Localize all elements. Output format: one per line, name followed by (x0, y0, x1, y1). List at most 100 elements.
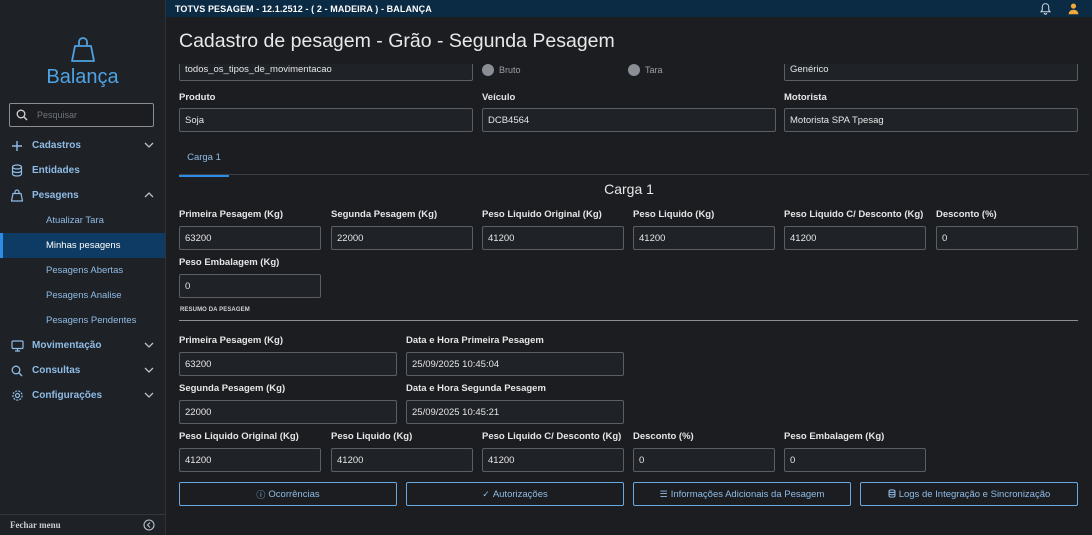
sidebar-subitem-pesagens-analise[interactable]: Pesagens Analise (0, 283, 165, 308)
search-input[interactable] (35, 109, 149, 121)
chevron-down-icon (144, 142, 154, 148)
informacoes-button-label: Informações Adicionais da Pesagem (670, 488, 825, 500)
resumo-liq-desc-field[interactable]: 41200 (482, 448, 624, 472)
sidebar-subitem-minhas-pesagens[interactable]: Minhas pesagens (0, 233, 165, 258)
segunda-pesagem-label: Segunda Pesagem (Kg) (331, 209, 438, 220)
resumo-desconto-field[interactable]: 0 (633, 448, 775, 472)
informacoes-adicionais-button[interactable]: ☰ Informações Adicionais da Pesagem (633, 482, 851, 506)
resumo-embalagem-field[interactable]: 0 (784, 448, 926, 472)
sidebar-item-label: Entidades (32, 165, 80, 176)
search-icon (10, 364, 24, 378)
resumo-liq-label: Peso Liquido (Kg) (331, 431, 413, 442)
motorista-field[interactable]: Motorista SPA Tpesag (784, 108, 1078, 132)
sidebar-item-label: Movimentação (32, 340, 102, 351)
resumo-primeira-label: Primeira Pesagem (Kg) (179, 335, 284, 346)
sidebar-footer[interactable]: Fechar menu (0, 514, 165, 535)
list-icon: ☰ (659, 488, 668, 499)
segunda-pesagem-field[interactable]: 22000 (331, 226, 473, 250)
resumo-data-primeira-field[interactable]: 25/09/2025 10:45:04 (406, 352, 624, 376)
peso-liquido-desconto-label: Peso Liquido C/ Desconto (Kg) (784, 209, 924, 220)
ocorrencias-button[interactable]: ⓘ Ocorrências (179, 482, 397, 506)
peso-embalagem-field[interactable]: 0 (179, 274, 321, 298)
bag-logo-icon (70, 37, 95, 62)
primeira-pesagem-label: Primeira Pesagem (Kg) (179, 209, 284, 220)
search-box[interactable] (9, 103, 154, 127)
peso-liquido-field[interactable]: 41200 (633, 226, 775, 250)
sidebar-item-configuracoes[interactable]: Configurações (0, 383, 165, 408)
chevron-up-icon (144, 192, 154, 198)
main-content: Cadastro de pesagem - Grão - Segunda Pes… (166, 17, 1092, 535)
ocorrencias-button-label: Ocorrências (268, 488, 320, 500)
resumo-liq-field[interactable]: 41200 (331, 448, 473, 472)
resumo-data-primeira-label: Data e Hora Primeira Pesagem (406, 335, 544, 346)
page-title: Cadastro de pesagem - Grão - Segunda Pes… (179, 30, 615, 52)
sidebar-subitem-atualizar-tara[interactable]: Atualizar Tara (0, 208, 165, 233)
radio-bruto[interactable] (482, 64, 494, 76)
resumo-liq-orig-field[interactable]: 41200 (179, 448, 321, 472)
resumo-data-segunda-field[interactable]: 25/09/2025 10:45:21 (406, 400, 624, 424)
tab-carga-1[interactable]: Carga 1 (179, 147, 229, 177)
sidebar-item-entidades[interactable]: Entidades (0, 158, 165, 183)
close-menu-label[interactable]: Fechar menu (10, 520, 61, 530)
produto-field[interactable]: Soja (179, 108, 473, 132)
autorizacoes-button[interactable]: ✓ Autorizações (406, 482, 624, 506)
chevron-down-icon (144, 367, 154, 373)
resumo-segunda-label: Segunda Pesagem (Kg) (179, 383, 286, 394)
tab-divider (179, 174, 1089, 175)
search-icon (16, 109, 28, 121)
plus-icon (10, 139, 24, 153)
radio-bruto-label: Bruto (499, 65, 521, 75)
form-scroll-area[interactable]: todos_os_tipos_de_movimentacao Bruto Tar… (166, 64, 1092, 535)
resumo-primeira-field[interactable]: 63200 (179, 352, 397, 376)
generic-select[interactable]: Genérico (784, 64, 1078, 81)
sidebar-item-pesagens[interactable]: Pesagens (0, 183, 165, 208)
sidebar-item-consultas[interactable]: Consultas (0, 358, 165, 383)
resumo-liq-desc-label: Peso Liquido C/ Desconto (Kg) (482, 431, 622, 442)
database-icon (10, 164, 24, 178)
movement-type-select[interactable]: todos_os_tipos_de_movimentacao (179, 64, 473, 81)
bell-icon[interactable] (1039, 2, 1052, 15)
resumo-segunda-field[interactable]: 22000 (179, 400, 397, 424)
user-avatar-icon[interactable] (1067, 2, 1080, 15)
sidebar-subitem-pesagens-pendentes[interactable]: Pesagens Pendentes (0, 308, 165, 333)
peso-liquido-original-field[interactable]: 41200 (482, 226, 624, 250)
sidebar-item-label: Cadastros (32, 140, 81, 151)
collapse-menu-icon[interactable] (143, 519, 155, 531)
logs-button-label: Logs de Integração e Sincronização (898, 488, 1051, 500)
gear-icon (10, 389, 24, 403)
sidebar-item-label: Consultas (32, 365, 81, 376)
peso-liquido-original-label: Peso Liquido Original (Kg) (482, 209, 602, 220)
logs-integracao-button[interactable]: Logs de Integração e Sincronização (860, 482, 1078, 506)
radio-tara[interactable] (628, 64, 640, 76)
peso-liquido-desconto-field[interactable]: 41200 (784, 226, 926, 250)
monitor-icon (10, 339, 24, 353)
check-icon: ✓ (482, 488, 490, 499)
veiculo-label: Veículo (482, 92, 516, 103)
veiculo-field[interactable]: DCB4564 (482, 108, 776, 132)
app-title: TOTVS PESAGEM - 12.1.2512 - ( 2 - MADEIR… (175, 3, 432, 14)
motorista-label: Motorista (784, 92, 827, 103)
sidebar-item-label: Configurações (32, 390, 103, 401)
peso-embalagem-label: Peso Embalagem (Kg) (179, 257, 280, 268)
sidebar-item-label: Pesagens (32, 190, 79, 201)
info-icon: ⓘ (256, 489, 266, 500)
chevron-down-icon (144, 392, 154, 398)
sidebar-menu: Cadastros Entidades Pesagens Atualizar T… (0, 133, 165, 408)
desconto-label: Desconto (%) (936, 209, 997, 220)
top-bar: TOTVS PESAGEM - 12.1.2512 - ( 2 - MADEIR… (166, 0, 1092, 17)
sidebar-item-cadastros[interactable]: Cadastros (0, 133, 165, 158)
bag-icon (10, 189, 24, 203)
brand-name: Balança (46, 66, 119, 88)
radio-tara-label: Tara (645, 65, 663, 75)
desconto-field[interactable]: 0 (936, 226, 1078, 250)
database-icon (888, 488, 896, 500)
produto-label: Produto (179, 92, 216, 103)
sidebar-subitem-pesagens-abertas[interactable]: Pesagens Abertas (0, 258, 165, 283)
chevron-down-icon (144, 342, 154, 348)
primeira-pesagem-field[interactable]: 63200 (179, 226, 321, 250)
resumo-data-segunda-label: Data e Hora Segunda Pesagem (406, 383, 546, 394)
sidebar: Balança Cadastros Entidades Pesagens (0, 0, 166, 535)
resumo-desconto-label: Desconto (%) (633, 431, 694, 442)
sidebar-item-movimentacao[interactable]: Movimentação (0, 333, 165, 358)
resumo-divider (179, 320, 1078, 321)
